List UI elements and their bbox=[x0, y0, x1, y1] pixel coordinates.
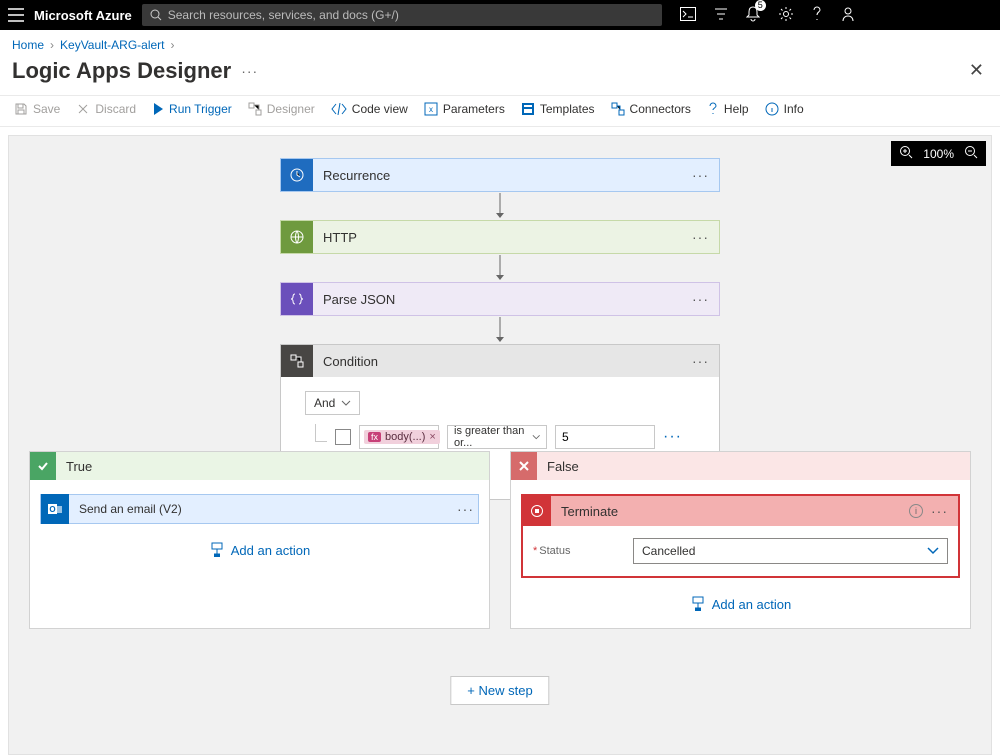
branch-false: False Terminate i ··· *Status Cancelled bbox=[510, 451, 971, 629]
card-menu-icon[interactable]: ··· bbox=[688, 167, 713, 183]
search-icon bbox=[150, 9, 162, 21]
operand-left[interactable]: fx body(...) × bbox=[359, 425, 439, 449]
zoom-in-icon[interactable] bbox=[899, 145, 913, 162]
rule-more-icon[interactable]: ··· bbox=[663, 428, 682, 446]
operator-select[interactable]: is greater than or... bbox=[447, 425, 547, 449]
card-title: Send an email (V2) bbox=[69, 502, 453, 516]
http-icon bbox=[281, 221, 313, 253]
condition-group-select[interactable]: And bbox=[305, 391, 360, 415]
notifications-icon[interactable]: 5 bbox=[746, 6, 760, 25]
arrow-icon bbox=[494, 316, 506, 344]
operand-right-input[interactable] bbox=[555, 425, 655, 449]
notif-badge: 5 bbox=[755, 0, 766, 11]
branch-true: True O Send an email (V2) ··· Add an act… bbox=[29, 451, 490, 629]
zoom-level: 100% bbox=[923, 147, 954, 161]
chevron-right-icon: › bbox=[171, 38, 175, 52]
card-http[interactable]: HTTP ··· bbox=[280, 220, 720, 254]
azure-topbar: Microsoft Azure 5 bbox=[0, 0, 1000, 30]
card-menu-icon[interactable]: ··· bbox=[688, 291, 713, 307]
templates-button[interactable]: Templates bbox=[521, 102, 595, 116]
page-more-icon[interactable]: ··· bbox=[241, 63, 258, 79]
parameters-button[interactable]: x Parameters bbox=[424, 102, 505, 116]
condition-icon bbox=[281, 345, 313, 377]
chevron-down-icon bbox=[341, 400, 351, 406]
svg-text:O: O bbox=[49, 505, 55, 514]
info-icon[interactable]: i bbox=[909, 504, 923, 518]
tree-connector bbox=[315, 424, 327, 442]
status-field-label: *Status bbox=[533, 545, 623, 557]
recurrence-icon bbox=[281, 159, 313, 191]
check-icon bbox=[30, 452, 56, 480]
card-title: Parse JSON bbox=[313, 292, 688, 307]
card-title: HTTP bbox=[313, 230, 688, 245]
remove-token-icon[interactable]: × bbox=[429, 431, 435, 443]
info-button[interactable]: Info bbox=[765, 102, 804, 116]
code-view-button[interactable]: Code view bbox=[331, 102, 408, 116]
arrow-icon bbox=[494, 192, 506, 220]
help-icon[interactable] bbox=[812, 6, 822, 25]
zoom-out-icon[interactable] bbox=[964, 145, 978, 162]
card-terminate[interactable]: Terminate i ··· *Status Cancelled bbox=[521, 494, 960, 578]
card-menu-icon[interactable]: ··· bbox=[453, 501, 478, 517]
branch-false-header: False bbox=[511, 452, 970, 480]
search-input[interactable] bbox=[168, 8, 654, 22]
fx-badge: fx bbox=[368, 432, 381, 442]
new-step-button[interactable]: + New step bbox=[450, 676, 549, 705]
add-action-button[interactable]: Add an action bbox=[521, 596, 960, 612]
add-action-icon bbox=[209, 542, 225, 558]
expression-token: fx body(...) × bbox=[364, 430, 440, 444]
save-button[interactable]: Save bbox=[14, 102, 60, 116]
brand-label: Microsoft Azure bbox=[34, 8, 132, 23]
card-menu-icon[interactable]: ··· bbox=[927, 503, 952, 519]
condition-branches: True O Send an email (V2) ··· Add an act… bbox=[29, 451, 971, 629]
card-title: Condition bbox=[313, 354, 688, 369]
x-icon bbox=[511, 452, 537, 480]
menu-icon[interactable] bbox=[8, 8, 24, 22]
branch-label: True bbox=[56, 459, 92, 474]
card-condition[interactable]: Condition ··· bbox=[280, 344, 720, 377]
global-search[interactable] bbox=[142, 4, 662, 26]
page-header: Logic Apps Designer ··· ✕ bbox=[0, 56, 1000, 95]
parse-json-icon bbox=[281, 283, 313, 315]
terminate-icon bbox=[523, 496, 551, 526]
designer-button[interactable]: Designer bbox=[248, 102, 315, 116]
status-select[interactable]: Cancelled bbox=[633, 538, 948, 564]
breadcrumb-home[interactable]: Home bbox=[12, 38, 44, 52]
chevron-down-icon bbox=[532, 434, 540, 440]
branch-label: False bbox=[537, 459, 579, 474]
help-button[interactable]: Help bbox=[707, 102, 749, 116]
designer-toolbar: Save Discard Run Trigger Designer Code v… bbox=[0, 95, 1000, 127]
page-title: Logic Apps Designer bbox=[12, 58, 231, 84]
connectors-button[interactable]: Connectors bbox=[611, 102, 691, 116]
card-send-email[interactable]: O Send an email (V2) ··· bbox=[40, 494, 479, 524]
card-title: Terminate bbox=[551, 504, 909, 519]
svg-text:x: x bbox=[429, 105, 433, 114]
close-icon[interactable]: ✕ bbox=[965, 56, 988, 85]
add-action-button[interactable]: Add an action bbox=[40, 542, 479, 558]
breadcrumb-item[interactable]: KeyVault-ARG-alert bbox=[60, 38, 164, 52]
filter-icon[interactable] bbox=[714, 7, 728, 24]
branch-true-header: True bbox=[30, 452, 489, 480]
arrow-icon bbox=[494, 254, 506, 282]
breadcrumb: Home › KeyVault-ARG-alert › bbox=[0, 30, 1000, 56]
settings-icon[interactable] bbox=[778, 6, 794, 25]
rule-checkbox[interactable] bbox=[335, 429, 351, 445]
zoom-control: 100% bbox=[891, 141, 986, 166]
feedback-icon[interactable] bbox=[840, 6, 856, 25]
add-action-icon bbox=[690, 596, 706, 612]
designer-canvas[interactable]: 100% Recurrence ··· HTTP ··· Pars bbox=[8, 135, 992, 755]
chevron-down-icon bbox=[927, 547, 939, 555]
card-title: Recurrence bbox=[313, 168, 688, 183]
cloud-shell-icon[interactable] bbox=[680, 7, 696, 24]
card-recurrence[interactable]: Recurrence ··· bbox=[280, 158, 720, 192]
card-parse-json[interactable]: Parse JSON ··· bbox=[280, 282, 720, 316]
card-menu-icon[interactable]: ··· bbox=[688, 229, 713, 245]
card-menu-icon[interactable]: ··· bbox=[688, 353, 713, 369]
workflow-flow: Recurrence ··· HTTP ··· Parse JSON ··· bbox=[280, 158, 720, 500]
chevron-right-icon: › bbox=[50, 38, 54, 52]
outlook-icon: O bbox=[41, 494, 69, 524]
discard-button[interactable]: Discard bbox=[76, 102, 136, 116]
run-trigger-button[interactable]: Run Trigger bbox=[152, 102, 232, 116]
condition-rule-row: fx body(...) × is greater than or... ··· bbox=[315, 425, 695, 449]
